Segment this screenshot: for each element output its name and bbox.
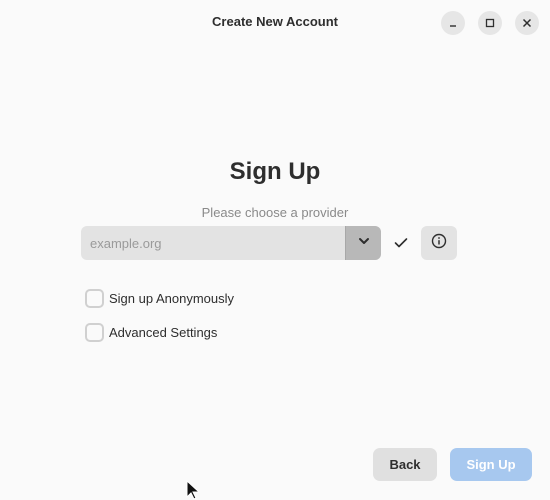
advanced-settings-option[interactable]: Advanced Settings (85, 322, 217, 342)
anonymous-checkbox[interactable] (85, 288, 104, 308)
close-icon (522, 18, 532, 28)
minimize-button[interactable] (441, 11, 465, 35)
close-button[interactable] (515, 11, 539, 35)
minimize-icon (448, 18, 458, 28)
provider-input[interactable] (81, 226, 345, 260)
provider-combobox[interactable] (81, 226, 381, 260)
advanced-settings-label[interactable]: Advanced Settings (109, 325, 217, 340)
provider-dropdown-button[interactable] (345, 226, 381, 260)
checkmark-icon (392, 234, 410, 252)
advanced-settings-checkbox[interactable] (85, 322, 104, 342)
back-button[interactable]: Back (373, 448, 437, 481)
title-bar: Create New Account (0, 0, 550, 46)
provider-prompt: Please choose a provider (201, 205, 349, 220)
provider-info-button[interactable] (421, 226, 457, 260)
chevron-down-icon (358, 234, 370, 252)
maximize-button[interactable] (478, 11, 502, 35)
window-title: Create New Account (212, 14, 338, 29)
sign-up-button[interactable]: Sign Up (450, 448, 532, 481)
mouse-pointer-icon (186, 479, 204, 500)
page-title: Sign Up (229, 158, 321, 185)
info-icon (431, 233, 447, 254)
maximize-icon (485, 18, 495, 28)
anonymous-option[interactable]: Sign up Anonymously (85, 288, 234, 308)
anonymous-label[interactable]: Sign up Anonymously (109, 291, 234, 306)
